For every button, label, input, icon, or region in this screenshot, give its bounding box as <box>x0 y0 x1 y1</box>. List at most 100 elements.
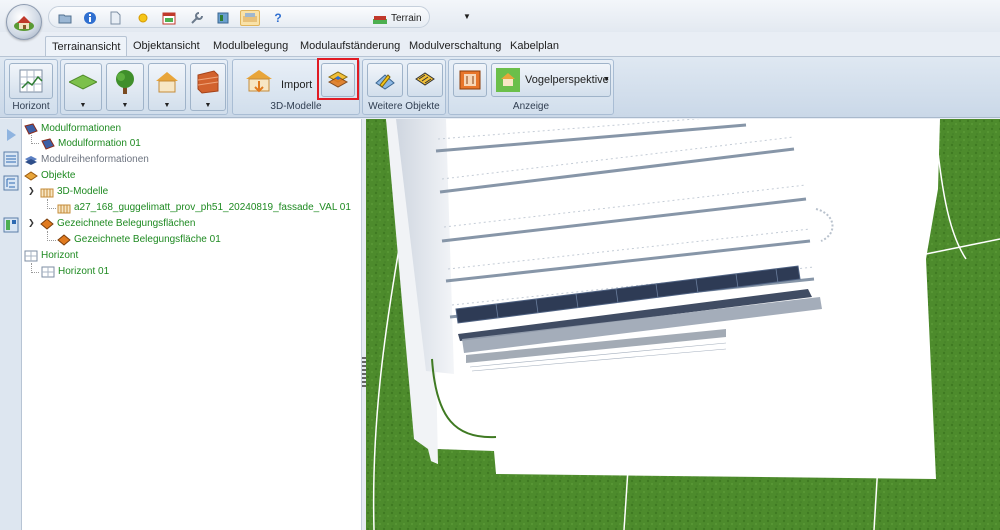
tree-connector <box>31 263 39 273</box>
house-button[interactable]: ▼ <box>148 63 186 111</box>
house-icon <box>156 72 178 93</box>
tree-label: Objekte <box>41 170 76 181</box>
side-toolbar <box>0 119 22 530</box>
bird-view-icon <box>496 68 520 92</box>
display-frame-icon <box>459 70 481 90</box>
drawn-area-icon <box>40 218 54 230</box>
quick-access-toolbar: ? Terrain ▼ <box>48 6 471 28</box>
chevron-down-icon: ▼ <box>463 12 471 21</box>
ground-plane-button[interactable]: ▼ <box>64 63 102 111</box>
tree-node-modulformation-01[interactable]: Modulformation 01 <box>41 137 141 151</box>
import-button[interactable]: Import <box>237 63 315 99</box>
ribbon: Horizont ▼ ▼ ▼ ▼ Import 3D-Modelle Weite… <box>0 56 1000 118</box>
tree-label: Modulformation 01 <box>58 138 141 149</box>
object-tree: Modulformationen Modulformation 01 Modul… <box>22 119 362 530</box>
pen-area-icon <box>375 74 395 90</box>
tree-button[interactable]: ▼ <box>106 63 144 111</box>
striped-area-button[interactable] <box>407 63 443 97</box>
tab-terrainansicht[interactable]: Terrainansicht <box>45 36 128 56</box>
chevron-down-icon: ▼ <box>163 102 171 109</box>
module-formation-icon <box>24 123 38 135</box>
group-anzeige: Vogelperspektive ▼ Anzeige <box>448 59 614 115</box>
drawn-area-icon <box>57 234 71 246</box>
tree-label: Gezeichnete Belegungsflächen <box>57 218 196 229</box>
horizon-grid-icon <box>19 69 43 93</box>
tree-node-gezeichnete-flaechen[interactable]: Gezeichnete Belegungsflächen <box>40 217 195 231</box>
tree-node-horizont-01[interactable]: Horizont 01 <box>41 265 109 279</box>
tree-node-3d-modelle[interactable]: 3D-Modelle <box>40 185 108 199</box>
open-file-icon[interactable] <box>57 10 73 26</box>
terrain-icon <box>373 16 387 24</box>
tree-label: 3D-Modelle <box>57 186 109 197</box>
horizon-grid-icon <box>24 250 38 262</box>
layout-panel-icon[interactable] <box>3 217 19 233</box>
tab-modulaufstaenderung[interactable]: Modulaufständerung <box>294 36 406 56</box>
tree-label: Horizont 01 <box>58 266 110 277</box>
group-label-3d-modelle: 3D-Modelle <box>270 101 322 112</box>
group-label-anzeige: Anzeige <box>512 101 550 112</box>
chevron-down-icon: ▼ <box>121 102 129 109</box>
book-icon[interactable] <box>215 10 231 26</box>
tree-node-model-file[interactable]: a27_168_guggelimatt_prov_ph51_20240819_f… <box>57 201 351 215</box>
building-icon <box>40 188 54 198</box>
3d-viewport[interactable] <box>366 119 1000 530</box>
list-view-icon[interactable] <box>3 151 19 167</box>
group-3d-modelle: Import 3D-Modelle <box>232 58 360 115</box>
display-options-button[interactable] <box>453 63 487 97</box>
document-icon[interactable] <box>107 10 123 26</box>
tab-modulverschaltung[interactable]: Modulverschaltung <box>403 36 507 56</box>
chevron-down-icon: ▼ <box>204 102 212 109</box>
tab-modulbelegung[interactable]: Modulbelegung <box>207 36 294 56</box>
tree-node-horizont[interactable]: Horizont <box>24 249 78 263</box>
wall-button[interactable]: ▼ <box>190 63 226 111</box>
app-menu-button[interactable] <box>6 4 42 40</box>
import-building-icon <box>246 70 272 93</box>
tree-label: Modulformationen <box>41 123 122 134</box>
tree-connector <box>47 231 56 241</box>
tree-label: Gezeichnete Belegungsfläche 01 <box>74 234 221 245</box>
objects-icon <box>24 171 38 181</box>
tree-node-gezeichnete-flaeche-01[interactable]: Gezeichnete Belegungsfläche 01 <box>57 233 221 247</box>
calendar-icon[interactable] <box>161 10 177 26</box>
house-globe-icon <box>14 16 34 31</box>
tab-kabelplan[interactable]: Kabelplan <box>504 36 565 56</box>
chevron-down-icon: ▼ <box>79 102 87 109</box>
import-label: Import <box>281 79 313 91</box>
terrain-scene[interactable] <box>366 119 1000 530</box>
building-icon <box>57 204 71 214</box>
view-dropdown-value: Terrain <box>391 13 422 24</box>
tree-label: a27_168_guggelimatt_prov_ph51_20240819_f… <box>74 202 351 213</box>
draw-area-button[interactable] <box>367 63 403 97</box>
chevron-down-icon[interactable]: ❯ <box>28 186 35 195</box>
chevron-down-icon[interactable]: ❯ <box>28 218 35 227</box>
group-terrain-objects: ▼ ▼ ▼ ▼ <box>60 59 228 115</box>
tree-connector <box>31 135 39 144</box>
tab-objektansicht[interactable]: Objektansicht <box>127 36 206 56</box>
group-weitere-objekte: Weitere Objekte <box>362 59 446 115</box>
tree-node-modulreihenformationen[interactable]: Modulreihenformationen <box>24 153 149 167</box>
tree-node-modulformationen[interactable]: Modulformationen <box>24 122 121 136</box>
group-horizont: Horizont <box>4 59 58 115</box>
group-label-horizont: Horizont <box>12 101 50 112</box>
tree-view-icon[interactable] <box>3 175 19 191</box>
terrain-view-icon[interactable] <box>240 10 260 26</box>
brick-wall-icon <box>197 70 219 94</box>
wrench-icon[interactable] <box>189 10 205 26</box>
horizont-button[interactable] <box>9 63 53 99</box>
horizon-grid-icon <box>41 266 55 278</box>
group-label-weitere-objekte: Weitere Objekte <box>368 101 440 112</box>
perspective-label: Vogelperspektive <box>525 74 609 86</box>
help-icon[interactable]: ? <box>270 10 286 26</box>
sun-icon[interactable] <box>135 10 151 26</box>
info-icon[interactable] <box>82 10 98 26</box>
selection-highlight <box>317 58 359 100</box>
collapse-arrow-icon[interactable] <box>3 127 19 143</box>
ribbon-tabs: Terrainansicht Objektansicht Modulbelegu… <box>0 32 1000 56</box>
view-dropdown[interactable]: Terrain ▼ <box>371 12 471 28</box>
tree-node-objekte[interactable]: Objekte <box>24 169 75 183</box>
perspective-dropdown[interactable]: Vogelperspektive ▼ <box>491 63 611 97</box>
module-rows-icon <box>25 156 37 165</box>
title-bar: ? Terrain ▼ <box>0 0 1000 40</box>
tree-label: Horizont <box>41 250 79 261</box>
tree-label: Modulreihenformationen <box>41 154 149 165</box>
